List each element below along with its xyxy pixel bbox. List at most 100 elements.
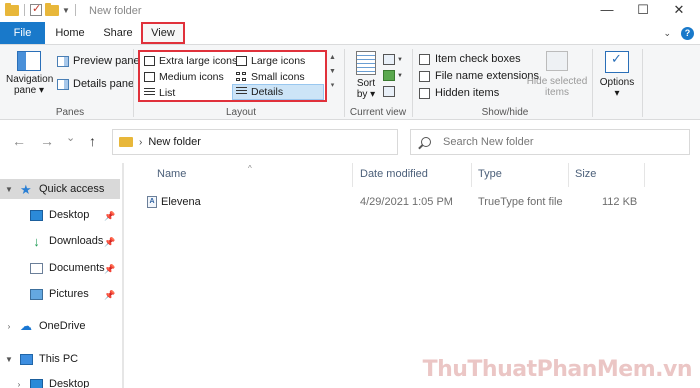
file-name[interactable]: Elevena: [161, 196, 201, 208]
column-divider[interactable]: [644, 163, 645, 187]
list-icon: [144, 88, 155, 98]
column-header-name[interactable]: Name: [157, 168, 186, 180]
column-header-date-modified[interactable]: Date modified: [360, 168, 428, 180]
layout-gallery: Extra large icons Large icons Medium ico…: [138, 50, 327, 102]
expand-arrow-icon[interactable]: ›: [14, 380, 24, 388]
file-date: 4/29/2021 1:05 PM: [360, 196, 453, 208]
hide-selected-items-label: Hide selected items: [526, 76, 588, 98]
current-view-group-label: Current view: [349, 107, 407, 118]
details-label: Details: [251, 86, 284, 98]
column-divider[interactable]: [471, 163, 472, 187]
sidebar-item-desktop[interactable]: Desktop: [30, 209, 89, 221]
preview-pane-label: Preview pane: [73, 55, 140, 67]
ribbon: Navigation pane ▾ Preview pane Details p…: [0, 44, 700, 120]
divider: [412, 49, 413, 117]
group-by-button[interactable]: ▼: [383, 53, 407, 66]
folder-icon: [5, 2, 19, 16]
star-icon: ★: [20, 181, 32, 197]
search-icon: [421, 137, 431, 147]
tab-home[interactable]: Home: [48, 22, 92, 44]
pin-icon: 📌: [104, 264, 116, 274]
expand-arrow-icon[interactable]: ▼: [4, 355, 14, 364]
details-option[interactable]: Details: [232, 84, 324, 100]
window-title: New folder: [89, 5, 142, 17]
sidebar-item-this-pc[interactable]: ▼ This PC: [4, 353, 78, 365]
table-row[interactable]: A Elevena 4/29/2021 1:05 PM TrueType fon…: [144, 193, 684, 211]
maximize-button[interactable]: ☐: [628, 2, 658, 18]
sidebar-item-quick-access[interactable]: ▼ ★ Quick access: [0, 179, 120, 199]
layout-scroll[interactable]: ▲ ▼ ▾: [328, 51, 337, 93]
options-button[interactable]: Options ▾: [598, 51, 636, 99]
large-icons-option[interactable]: Large icons: [236, 55, 305, 67]
sidebar-item-downloads[interactable]: ↓ Downloads: [30, 233, 104, 249]
sort-by-button[interactable]: Sort by ▾: [352, 51, 380, 100]
size-columns-button[interactable]: [383, 85, 407, 98]
up-button[interactable]: ↑: [89, 133, 96, 149]
sidebar-item-desktop-pc[interactable]: › Desktop: [14, 378, 89, 388]
minimize-button[interactable]: —: [592, 2, 622, 17]
forward-button[interactable]: →: [40, 133, 54, 149]
divider: [74, 4, 76, 16]
group-by-icon: [383, 54, 395, 65]
desktop-icon: [30, 209, 43, 221]
preview-pane-button[interactable]: Preview pane: [57, 55, 140, 67]
tab-file[interactable]: File: [0, 22, 45, 44]
small-icons-option[interactable]: Small icons: [236, 71, 305, 83]
navigation-pane-button[interactable]: Navigation pane ▾: [6, 51, 54, 96]
sidebar-item-label: Downloads: [49, 235, 104, 247]
divider: [344, 49, 345, 117]
hidden-items-checkbox[interactable]: Hidden items: [419, 87, 499, 99]
details-pane-icon: [57, 78, 69, 90]
new-folder-icon[interactable]: [45, 2, 59, 16]
computer-icon: [20, 353, 33, 365]
properties-icon[interactable]: [30, 2, 42, 16]
sidebar-item-pictures[interactable]: Pictures: [30, 288, 89, 300]
sidebar-item-label: Documents: [49, 262, 105, 274]
add-columns-icon: [383, 70, 395, 81]
search-box[interactable]: Search New folder: [410, 129, 690, 155]
list-option[interactable]: List: [144, 87, 175, 99]
hide-selected-items-button[interactable]: Hide selected items: [526, 51, 588, 98]
help-icon[interactable]: ?: [681, 27, 694, 40]
medium-icons-icon: [144, 72, 155, 82]
breadcrumb-arrow-icon[interactable]: ›: [139, 137, 142, 148]
customize-toolbar-icon[interactable]: ▼: [62, 6, 70, 15]
divider: [592, 49, 593, 117]
sidebar-item-label: Desktop: [49, 378, 90, 388]
expand-arrow-icon[interactable]: ›: [4, 322, 14, 331]
sidebar-item-documents[interactable]: Documents: [30, 262, 105, 274]
column-divider[interactable]: [352, 163, 353, 187]
address-bar[interactable]: › New folder: [112, 129, 398, 155]
quick-access-toolbar: ▼: [5, 2, 78, 16]
file-name-extensions-checkbox[interactable]: File name extensions: [419, 70, 539, 82]
options-label: Options ▾: [599, 77, 635, 99]
extra-large-icons-icon: [144, 56, 155, 66]
hidden-items-label: Hidden items: [435, 87, 500, 99]
download-icon: ↓: [33, 233, 40, 249]
sidebar-item-label: Pictures: [49, 288, 89, 300]
tab-view[interactable]: View: [141, 22, 185, 44]
recent-locations-button[interactable]: ⌄: [66, 131, 75, 144]
folder-icon: [119, 137, 133, 147]
details-pane-button[interactable]: Details pane: [57, 78, 134, 90]
item-check-boxes-checkbox[interactable]: Item check boxes: [419, 53, 521, 65]
close-button[interactable]: ✕: [664, 2, 694, 18]
medium-icons-option[interactable]: Medium icons: [144, 71, 224, 83]
collapse-ribbon-icon[interactable]: ⌄: [663, 28, 671, 39]
divider: [24, 4, 25, 16]
navigation-pane-label: Navigation pane ▾: [6, 74, 54, 96]
back-button[interactable]: ←: [12, 133, 26, 149]
sidebar-item-onedrive[interactable]: › ☁ OneDrive: [4, 318, 86, 333]
extra-large-icons-option[interactable]: Extra large icons: [144, 55, 237, 67]
column-divider[interactable]: [568, 163, 569, 187]
add-columns-button[interactable]: ▼: [383, 69, 407, 82]
column-header-type[interactable]: Type: [478, 168, 502, 180]
sort-by-icon: [356, 51, 376, 75]
cloud-icon: ☁: [20, 318, 32, 333]
sort-by-label: Sort by ▾: [356, 78, 376, 100]
show-hide-group-label: Show/hide: [481, 107, 529, 118]
column-header-size[interactable]: Size: [575, 168, 596, 180]
tab-share[interactable]: Share: [97, 22, 139, 44]
expand-arrow-icon[interactable]: ▼: [4, 185, 14, 194]
breadcrumb-item[interactable]: New folder: [148, 136, 201, 148]
